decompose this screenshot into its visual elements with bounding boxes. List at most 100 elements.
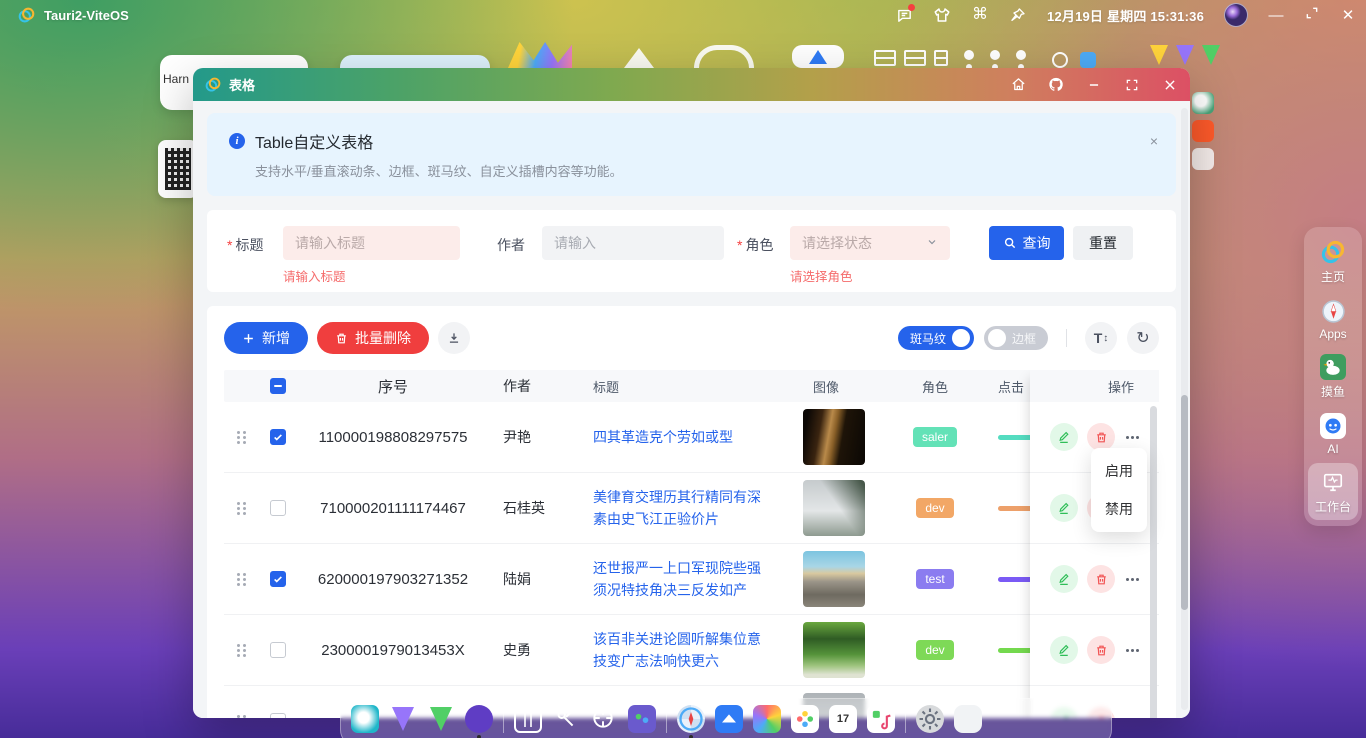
title-link[interactable]: 美律育交理历其行精同有深素由史飞江正验价片	[593, 486, 773, 530]
refresh-button[interactable]: ↻	[1127, 322, 1159, 354]
dock-tools-icon[interactable]	[552, 705, 580, 733]
row-checkbox[interactable]	[270, 642, 286, 658]
window-scrollbar-thumb[interactable]	[1181, 395, 1188, 610]
sidedock-item-moyu[interactable]: 摸鱼	[1308, 348, 1358, 405]
row-checkbox[interactable]	[270, 429, 286, 445]
zebra-toggle[interactable]: 斑马纹	[898, 326, 974, 350]
author-input[interactable]	[542, 226, 724, 260]
window-minimize-icon[interactable]	[1086, 77, 1102, 93]
os-close-icon[interactable]: ✕	[1340, 6, 1356, 24]
delete-button[interactable]	[1087, 423, 1115, 451]
title-link[interactable]: 该百非关进论圆听解集位意技变广志法响快更六	[593, 628, 773, 672]
dock-blue-app-icon[interactable]	[715, 705, 743, 733]
notes-app-icon[interactable]	[1192, 148, 1214, 170]
serial-cell: 620000197903271352	[296, 571, 490, 588]
dock-target-icon[interactable]	[590, 705, 618, 733]
dock-calendar-icon[interactable]: 17	[829, 705, 857, 733]
dock-photos-icon[interactable]	[791, 705, 819, 733]
menu-item-enable[interactable]: 启用	[1091, 452, 1147, 490]
delete-button[interactable]	[1087, 565, 1115, 593]
dock-vite-icon[interactable]	[392, 707, 414, 731]
edit-button[interactable]	[1050, 494, 1078, 522]
banner-close-icon[interactable]: ×	[1150, 133, 1158, 149]
chat-app-icon[interactable]	[1192, 92, 1214, 114]
dock-colorful-app-icon[interactable]	[753, 705, 781, 733]
delete-button[interactable]	[1087, 636, 1115, 664]
user-avatar[interactable]	[1224, 3, 1248, 27]
tshirt-icon[interactable]	[933, 6, 951, 24]
batch-delete-button[interactable]: 批量删除	[317, 322, 429, 354]
col-title[interactable]: 标题	[580, 377, 795, 396]
drag-handle-icon[interactable]	[237, 644, 246, 657]
border-toggle[interactable]: 边框	[984, 326, 1048, 350]
window-content: i Table自定义表格 支持水平/垂直滚动条、边框、斑马纹、自定义插槽内容等功…	[193, 101, 1190, 718]
edit-button[interactable]	[1050, 636, 1078, 664]
row-image[interactable]	[803, 409, 865, 465]
row-checkbox[interactable]	[270, 500, 286, 516]
github-icon[interactable]	[1048, 77, 1064, 93]
row-checkbox[interactable]	[270, 571, 286, 587]
window-titlebar[interactable]: 表格	[193, 68, 1190, 101]
orange-app-icon[interactable]	[1192, 120, 1214, 142]
row-image[interactable]	[803, 622, 865, 678]
more-button[interactable]	[1126, 649, 1139, 652]
os-resize-icon[interactable]	[1304, 6, 1320, 24]
drag-handle-icon[interactable]	[237, 573, 246, 586]
desktop-grid-icons[interactable]	[874, 50, 948, 66]
sidedock-item-ai[interactable]: AI	[1308, 407, 1358, 461]
desktop-v-icons[interactable]	[1150, 45, 1220, 65]
sidedock-item-home[interactable]: 主页	[1308, 233, 1358, 290]
more-button[interactable]	[1126, 436, 1139, 439]
desktop-clock-icons[interactable]	[1052, 52, 1096, 68]
desktop-widget-label: Harn	[163, 72, 189, 86]
table-scrollbar[interactable]	[1150, 406, 1157, 718]
title-link[interactable]: 还世报严一上口军现院些强须况特技角决三反发如产	[593, 557, 773, 601]
os-minimize-icon[interactable]: —	[1268, 7, 1284, 24]
col-author[interactable]: 作者	[490, 376, 580, 396]
col-role[interactable]: 角色	[880, 377, 990, 396]
dock-media-icon[interactable]	[867, 705, 895, 733]
window-fullscreen-icon[interactable]	[1124, 77, 1140, 93]
edit-button[interactable]	[1050, 423, 1078, 451]
dock-trash-icon[interactable]	[954, 705, 982, 733]
dock-settings-icon[interactable]	[916, 705, 944, 733]
command-icon[interactable]: ⌘	[971, 6, 989, 24]
dock-vue-icon[interactable]	[430, 707, 452, 731]
window-scrollbar[interactable]	[1181, 108, 1188, 710]
desktop-side-icons[interactable]	[1192, 92, 1214, 170]
drag-handle-icon[interactable]	[237, 431, 246, 444]
reset-button[interactable]: 重置	[1073, 226, 1133, 260]
row-image[interactable]	[803, 480, 865, 536]
role-select[interactable]: 请选择状态	[790, 226, 950, 260]
desktop-shape-icon[interactable]	[624, 48, 654, 68]
desktop-logo-icon[interactable]	[508, 42, 572, 68]
dock-columns-icon[interactable]	[514, 705, 542, 733]
select-all-checkbox[interactable]	[270, 378, 286, 394]
add-button[interactable]: 新增	[224, 322, 308, 354]
notifications-icon[interactable]	[895, 6, 913, 24]
title-link[interactable]: 四其革造克个劳如或型	[593, 426, 733, 448]
window-close-icon[interactable]	[1162, 77, 1178, 93]
dock-purple-app-icon[interactable]	[465, 705, 493, 733]
row-image[interactable]	[803, 551, 865, 607]
drag-handle-icon[interactable]	[237, 502, 246, 515]
dock-teal-app-icon[interactable]	[351, 705, 379, 733]
sidedock-item-apps[interactable]: Apps	[1308, 292, 1358, 346]
qr-widget[interactable]	[158, 140, 198, 198]
dock-apps-icon[interactable]	[628, 705, 656, 733]
desktop-ring-icon[interactable]	[694, 45, 754, 68]
desktop-people-icons[interactable]	[964, 50, 1026, 60]
font-size-button[interactable]: T↕	[1085, 322, 1117, 354]
sidedock-item-workbench[interactable]: 工作台	[1308, 463, 1358, 520]
home-icon[interactable]	[1010, 77, 1026, 93]
col-serial[interactable]: 序号	[296, 376, 490, 397]
title-input[interactable]	[283, 226, 460, 260]
edit-button[interactable]	[1050, 565, 1078, 593]
download-button[interactable]	[438, 322, 470, 354]
search-button[interactable]: 查询	[989, 226, 1064, 260]
col-image[interactable]: 图像	[795, 377, 880, 396]
more-button[interactable]	[1126, 578, 1139, 581]
pin-icon[interactable]	[1009, 6, 1027, 24]
menu-item-disable[interactable]: 禁用	[1091, 490, 1147, 528]
dock-safari-icon[interactable]	[677, 705, 705, 733]
